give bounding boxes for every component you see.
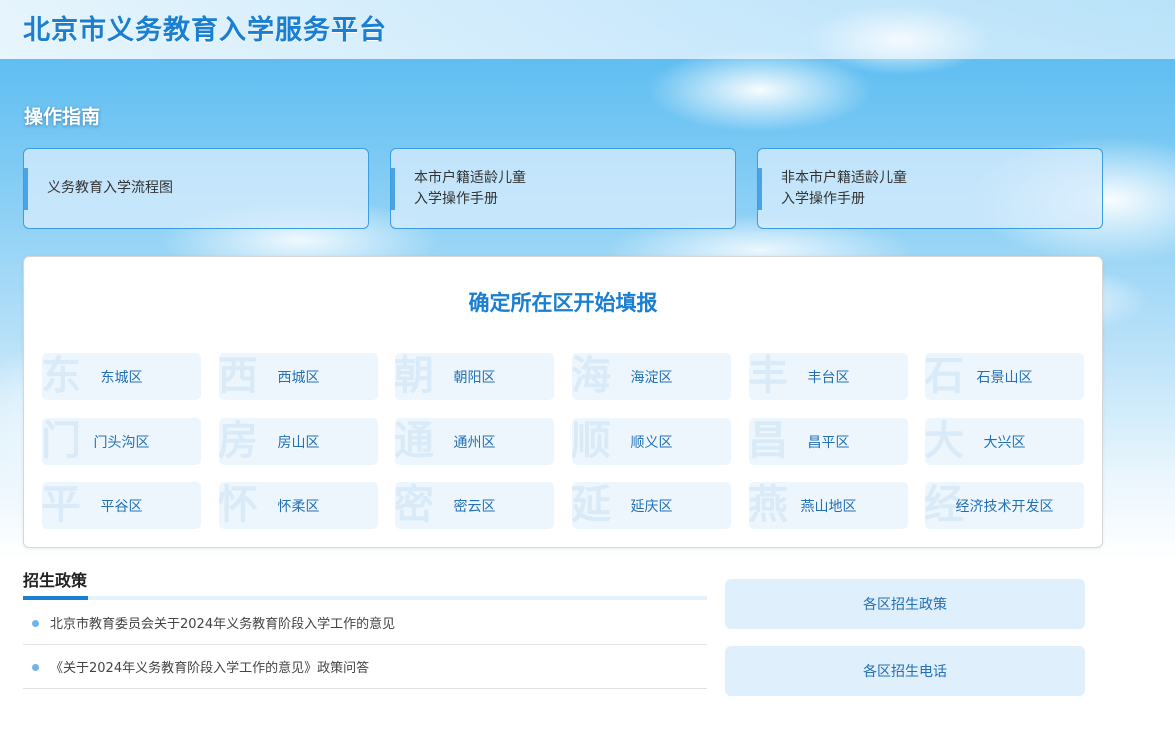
district-button[interactable]: 朝朝阳区 (395, 353, 554, 400)
district-label: 通州区 (453, 434, 496, 451)
district-button[interactable]: 东东城区 (42, 353, 201, 400)
policy-title-underline (23, 596, 707, 600)
district-button[interactable]: 石石景山区 (925, 353, 1084, 400)
district-label: 昌平区 (807, 434, 850, 451)
district-label: 燕山地区 (800, 498, 857, 515)
guide-card-label: 本市户籍适龄儿童 入学操作手册 (414, 169, 526, 207)
district-label: 东城区 (100, 369, 143, 386)
district-label: 朝阳区 (453, 369, 496, 386)
bullet-icon (32, 664, 39, 671)
district-button[interactable]: 平平谷区 (42, 482, 201, 529)
policy-item-text: 《关于2024年义务教育阶段入学工作的意见》政策问答 (50, 661, 370, 676)
guide-card-label: 义务教育入学流程图 (47, 180, 173, 196)
district-label: 石景山区 (976, 369, 1033, 386)
district-label: 大兴区 (983, 434, 1026, 451)
district-label: 平谷区 (100, 498, 143, 515)
district-button[interactable]: 怀怀柔区 (219, 482, 378, 529)
district-button[interactable]: 房房山区 (219, 418, 378, 465)
district-label: 延庆区 (630, 498, 673, 515)
district-button[interactable]: 延延庆区 (572, 482, 731, 529)
district-button[interactable]: 西西城区 (219, 353, 378, 400)
district-button[interactable]: 海海淀区 (572, 353, 731, 400)
policy-section-title: 招生政策 (23, 571, 88, 590)
guide-section-title: 操作指南 (24, 106, 101, 128)
guide-card-nonlocal-manual[interactable]: 非本市户籍适龄儿童 入学操作手册 (757, 148, 1103, 229)
district-button[interactable]: 密密云区 (395, 482, 554, 529)
bullet-icon (32, 620, 39, 627)
district-panel: 确定所在区开始填报 东东城区 西西城区 朝朝阳区 海海淀区 丰丰台区 石石景山区… (23, 256, 1103, 548)
policy-list-item[interactable]: 《关于2024年义务教育阶段入学工作的意见》政策问答 (23, 645, 707, 689)
district-label: 顺义区 (630, 434, 673, 451)
header-bar: 北京市义务教育入学服务平台 (0, 0, 1175, 59)
district-button[interactable]: 燕燕山地区 (749, 482, 908, 529)
district-button[interactable]: 通通州区 (395, 418, 554, 465)
card-accent-bar (758, 168, 762, 210)
policy-underline-accent (23, 596, 88, 600)
district-label: 丰台区 (807, 369, 850, 386)
policy-item-text: 北京市教育委员会关于2024年义务教育阶段入学工作的意见 (50, 617, 396, 632)
district-button[interactable]: 经经济技术开发区 (925, 482, 1084, 529)
guide-card-label: 非本市户籍适龄儿童 入学操作手册 (781, 169, 907, 207)
policy-list-item[interactable]: 北京市教育委员会关于2024年义务教育阶段入学工作的意见 (23, 601, 707, 645)
district-policy-button[interactable]: 各区招生政策 (725, 579, 1085, 629)
guide-card-flowchart[interactable]: 义务教育入学流程图 (23, 148, 369, 229)
card-accent-bar (24, 168, 28, 210)
district-phone-button[interactable]: 各区招生电话 (725, 646, 1085, 696)
site-title: 北京市义务教育入学服务平台 (23, 15, 387, 46)
district-label: 密云区 (453, 498, 496, 515)
district-label: 房山区 (277, 434, 320, 451)
district-heading: 确定所在区开始填报 (468, 290, 658, 315)
district-button[interactable]: 门门头沟区 (42, 418, 201, 465)
district-button[interactable]: 丰丰台区 (749, 353, 908, 400)
district-label: 门头沟区 (93, 434, 150, 451)
district-label: 海淀区 (630, 369, 673, 386)
district-label: 经济技术开发区 (955, 498, 1054, 515)
district-label: 西城区 (277, 369, 320, 386)
district-button[interactable]: 大大兴区 (925, 418, 1084, 465)
district-label: 怀柔区 (277, 498, 320, 515)
district-button[interactable]: 顺顺义区 (572, 418, 731, 465)
district-button[interactable]: 昌昌平区 (749, 418, 908, 465)
guide-card-local-manual[interactable]: 本市户籍适龄儿童 入学操作手册 (390, 148, 736, 229)
card-accent-bar (391, 168, 395, 210)
